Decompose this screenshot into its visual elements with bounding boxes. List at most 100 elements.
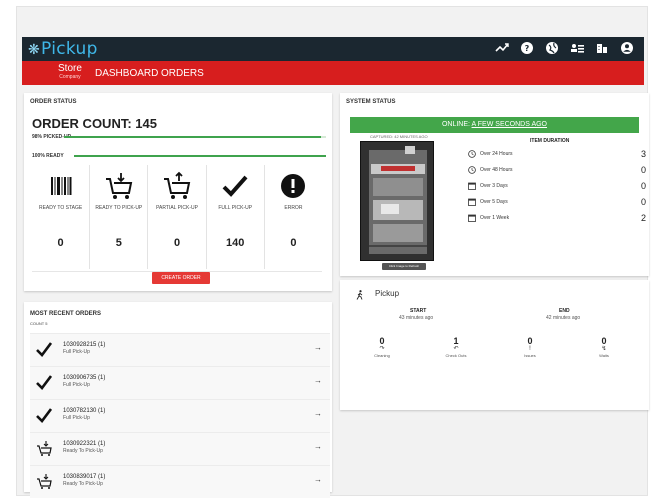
tile-label: READY TO PICK-UP — [95, 205, 143, 211]
order-id: 1030782130 (1) — [63, 408, 106, 414]
tile-label: READY TO STAGE — [38, 205, 83, 211]
duration-value: 0 — [640, 181, 646, 191]
item-duration-title: ITEM DURATION — [530, 138, 570, 144]
pickup-end-value: 42 minutes ago — [546, 315, 581, 321]
pickup-stat-issues: 0 ! Issues — [500, 336, 560, 358]
arrow-right-icon[interactable]: → — [314, 376, 322, 385]
calendar-icon — [468, 214, 476, 222]
account-icon[interactable] — [620, 41, 634, 55]
duration-row: Over 3 Days 0 — [468, 181, 646, 193]
order-row[interactable]: 1030906735 (1) Full Pick-Up → — [30, 366, 330, 399]
ready-progress — [74, 155, 326, 157]
tile-value: 140 — [226, 237, 245, 249]
order-status: Full Pick-Up — [63, 415, 90, 421]
nav-store[interactable]: Store Company — [58, 63, 82, 80]
ready-progress-fill — [74, 155, 326, 157]
cart-down-icon — [37, 474, 52, 489]
store-label: Store — [58, 63, 82, 74]
check-icon — [36, 408, 52, 423]
order-row[interactable]: 1030922321 (1) Ready To Pick-Up → — [30, 432, 330, 465]
system-status-title: SYSTEM STATUS — [346, 99, 396, 105]
tile-value: 0 — [290, 237, 297, 249]
online-prefix: ONLINE: — [441, 121, 472, 128]
pickup-card: Pickup START 43 minutes ago END 42 minut… — [340, 280, 649, 410]
tile-label: ERROR — [284, 205, 303, 211]
status-tiles: READY TO STAGE 0 READY TO PICK-UP 5 PART… — [32, 165, 322, 269]
app-logo[interactable]: ❋Pickup — [28, 39, 98, 59]
tile-value: 5 — [115, 237, 122, 249]
refresh-image-tag[interactable]: Click Image to Refresh — [382, 263, 426, 270]
activity-icon[interactable] — [495, 41, 509, 55]
top-bar: ❋Pickup ? — [22, 37, 644, 61]
help-icon[interactable]: ? — [520, 41, 534, 55]
stat-value: 0 — [527, 336, 533, 346]
tile-ready-to-stage[interactable]: READY TO STAGE 0 — [32, 165, 91, 269]
order-row[interactable]: 1030839017 (1) Ready To Pick-Up → — [30, 465, 330, 498]
tile-label: PARTIAL PICK-UP — [156, 205, 198, 211]
users-icon[interactable] — [570, 41, 584, 55]
calendar-icon — [468, 198, 476, 206]
recent-orders-card: MOST RECENT ORDERS COUNT 5 1030928215 (1… — [24, 302, 332, 498]
order-status: Ready To Pick-Up — [63, 481, 103, 487]
duration-row: Over 5 Days 0 — [468, 197, 646, 209]
cart-up-icon — [164, 171, 191, 199]
pickup-stat-checkouts: 1 ↶ Check Outs — [426, 336, 486, 358]
svg-text:?: ? — [525, 44, 530, 53]
arrow-right-icon[interactable]: → — [314, 409, 322, 418]
top-icons: ? — [495, 41, 634, 55]
store-sub-label: Company — [59, 74, 81, 80]
create-order-button[interactable]: CREATE ORDER — [152, 272, 210, 284]
globe-icon[interactable] — [545, 41, 559, 55]
duration-label: Over 3 Days — [480, 183, 508, 189]
duration-label: Over 1 Week — [480, 215, 510, 221]
arrow-right-icon[interactable]: → — [314, 442, 322, 451]
duration-value: 2 — [640, 213, 646, 223]
alert-icon: ! — [529, 346, 531, 352]
tile-full-pickup[interactable]: FULL PICK-UP 140 — [207, 165, 265, 269]
system-status-card: SYSTEM STATUS ONLINE: A FEW SECONDS AGO … — [340, 93, 649, 276]
picked-up-progress — [64, 136, 326, 138]
tile-ready-to-pickup[interactable]: READY TO PICK-UP 5 — [90, 165, 149, 269]
order-status: Full Pick-Up — [63, 349, 90, 355]
camera-image[interactable] — [360, 141, 434, 261]
order-count: ORDER COUNT: 145 — [32, 116, 157, 131]
order-status: Ready To Pick-Up — [63, 448, 103, 454]
nav-orders[interactable]: ORDERS — [161, 68, 204, 79]
tile-label: FULL PICK-UP — [218, 205, 253, 211]
locker-photo-icon — [361, 142, 433, 260]
online-time-link[interactable]: A FEW SECONDS AGO — [472, 121, 547, 128]
check-icon — [36, 375, 52, 390]
error-icon — [281, 174, 306, 198]
pickup-title: Pickup — [375, 289, 400, 298]
picked-up-progress-fill — [64, 136, 321, 138]
tile-value: 0 — [173, 237, 181, 249]
tile-error[interactable]: ERROR 0 — [265, 165, 322, 269]
logo-mark-icon: ❋ — [28, 42, 41, 58]
tile-partial-pickup[interactable]: PARTIAL PICK-UP 0 — [148, 165, 207, 269]
store-icon[interactable] — [595, 41, 609, 55]
nav-bar: Store Company DASHBOARD ORDERS — [22, 61, 644, 85]
stat-label: Waits — [599, 353, 609, 358]
undo-icon: ↷ — [379, 346, 385, 352]
pickup-stat-cleaning: 0 ↷ Cleaning — [352, 336, 412, 358]
order-status-card: ORDER STATUS ORDER COUNT: 145 98% PICKED… — [24, 93, 332, 291]
order-id: 1030928215 (1) — [63, 342, 106, 348]
stat-value: 0 — [601, 336, 607, 346]
pickup-stat-waits: 0 ↯ Waits — [574, 336, 634, 358]
nav-dashboard[interactable]: DASHBOARD — [95, 68, 158, 79]
duration-label: Over 5 Days — [480, 199, 508, 205]
arrow-right-icon[interactable]: → — [314, 475, 322, 484]
order-row[interactable]: 1030928215 (1) Full Pick-Up → — [30, 333, 330, 366]
stat-label: Check Outs — [445, 353, 467, 358]
tile-value: 0 — [57, 237, 64, 249]
check-icon — [36, 342, 52, 357]
stat-value: 0 — [379, 336, 385, 346]
order-id: 1030906735 (1) — [63, 375, 106, 381]
arrow-right-icon[interactable]: → — [314, 343, 322, 352]
order-row[interactable]: 1030782130 (1) Full Pick-Up → — [30, 399, 330, 432]
recent-orders-list: 1030928215 (1) Full Pick-Up → 1030906735… — [24, 333, 336, 498]
recent-orders-count: COUNT 5 — [30, 321, 48, 326]
duration-row: Over 48 Hours 0 — [468, 165, 646, 177]
duration-row: Over 1 Week 2 — [468, 213, 646, 225]
order-id: 1030922321 (1) — [63, 441, 106, 447]
